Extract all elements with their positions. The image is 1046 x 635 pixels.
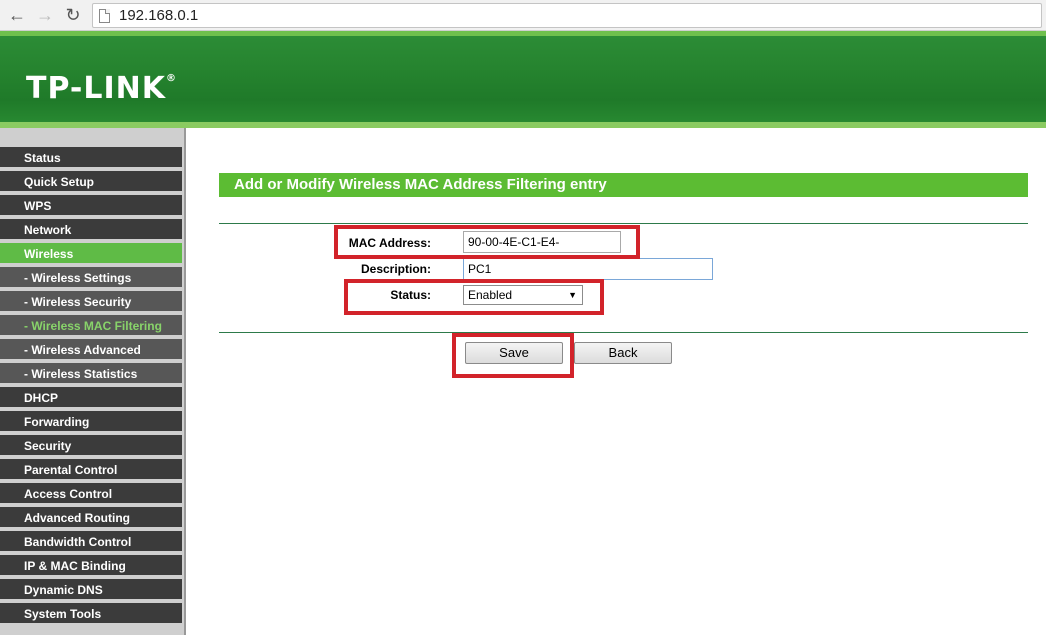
sidebar-item-wps[interactable]: WPS bbox=[0, 195, 182, 217]
sidebar-item-ip-mac-binding[interactable]: IP & MAC Binding bbox=[0, 555, 182, 577]
browser-toolbar: ← → ↻ 192.168.0.1 bbox=[0, 0, 1046, 31]
back-button[interactable]: Back bbox=[574, 342, 672, 364]
status-select[interactable]: Enabled ▼ bbox=[463, 285, 583, 305]
reload-icon[interactable]: ↻ bbox=[62, 4, 84, 26]
save-button[interactable]: Save bbox=[465, 342, 563, 364]
sidebar-item-bandwidth-control[interactable]: Bandwidth Control bbox=[0, 531, 182, 553]
forward-arrow-icon[interactable]: → bbox=[34, 4, 56, 26]
mac-address-label: MAC Address: bbox=[348, 236, 431, 250]
description-label: Description: bbox=[360, 262, 431, 276]
sidebar-item-wireless-statistics[interactable]: - Wireless Statistics bbox=[0, 363, 182, 385]
mac-address-input[interactable]: 90-00-4E-C1-E4- bbox=[463, 231, 621, 253]
back-arrow-icon[interactable]: ← bbox=[6, 4, 28, 26]
tp-link-logo: TP-LINK® bbox=[26, 71, 178, 106]
sidebar-item-network[interactable]: Network bbox=[0, 219, 182, 241]
divider-bottom bbox=[219, 332, 1028, 333]
address-bar[interactable]: 192.168.0.1 bbox=[92, 3, 1042, 28]
chevron-down-icon: ▼ bbox=[568, 290, 577, 300]
page-title: Add or Modify Wireless MAC Address Filte… bbox=[219, 173, 1028, 197]
main-content: Add or Modify Wireless MAC Address Filte… bbox=[188, 128, 1046, 635]
router-header: TP-LINK® bbox=[0, 31, 1046, 128]
divider-top bbox=[219, 223, 1028, 224]
description-input[interactable]: PC1 bbox=[463, 258, 713, 280]
sidebar-item-wireless-settings[interactable]: - Wireless Settings bbox=[0, 267, 182, 289]
sidebar-item-system-tools[interactable]: System Tools bbox=[0, 603, 182, 625]
sidebar-item-forwarding[interactable]: Forwarding bbox=[0, 411, 182, 433]
url-text: 192.168.0.1 bbox=[119, 7, 199, 24]
sidebar-item-access-control[interactable]: Access Control bbox=[0, 483, 182, 505]
sidebar-item-status[interactable]: Status bbox=[0, 147, 182, 169]
sidebar-item-dhcp[interactable]: DHCP bbox=[0, 387, 182, 409]
sidebar-item-wireless-security[interactable]: - Wireless Security bbox=[0, 291, 182, 313]
sidebar-item-dynamic-dns[interactable]: Dynamic DNS bbox=[0, 579, 182, 601]
status-label: Status: bbox=[390, 288, 431, 302]
page-icon bbox=[99, 9, 110, 23]
sidebar-item-wireless[interactable]: Wireless bbox=[0, 243, 182, 265]
sidebar-item-advanced-routing[interactable]: Advanced Routing bbox=[0, 507, 182, 529]
sidebar-menu: Status Quick Setup WPS Network Wireless - Wir… bbox=[0, 128, 186, 635]
sidebar-item-parental-control[interactable]: Parental Control bbox=[0, 459, 182, 481]
sidebar-item-wireless-advanced[interactable]: - Wireless Advanced bbox=[0, 339, 182, 361]
sidebar-item-wireless-mac-filtering[interactable]: - Wireless MAC Filtering bbox=[0, 315, 182, 337]
status-select-value: Enabled bbox=[468, 288, 513, 302]
sidebar-item-security[interactable]: Security bbox=[0, 435, 182, 457]
sidebar-item-quick-setup[interactable]: Quick Setup bbox=[0, 171, 182, 193]
